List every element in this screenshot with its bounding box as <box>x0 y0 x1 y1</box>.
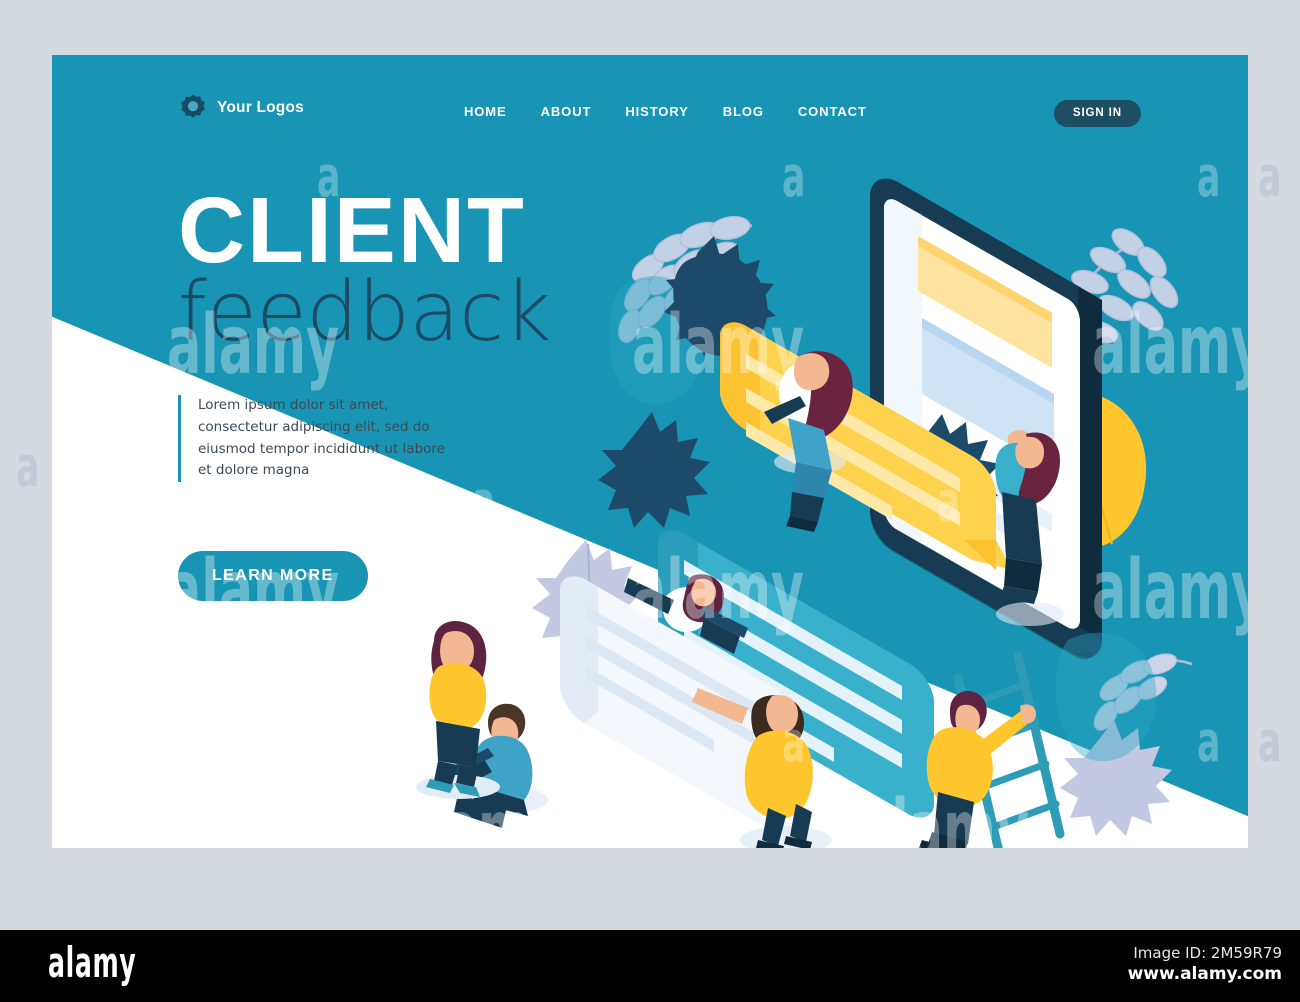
nav-item-home[interactable]: HOME <box>464 104 507 119</box>
site-header: Your Logos HOME ABOUT HISTORY BLOG CONTA… <box>52 55 1248 165</box>
watermark-letter: a <box>16 435 40 500</box>
nav-item-contact[interactable]: CONTACT <box>798 104 867 119</box>
alamy-logo: alamy <box>48 938 137 987</box>
sign-in-button[interactable]: SIGN IN <box>1053 100 1141 127</box>
gear-icon <box>181 94 205 118</box>
watermark-letter: a <box>1258 710 1282 775</box>
page-title: CLIENT <box>178 178 526 282</box>
main-navigation: HOME ABOUT HISTORY BLOG CONTACT <box>464 104 867 119</box>
landing-page-card: Your Logos HOME ABOUT HISTORY BLOG CONTA… <box>52 55 1248 848</box>
screenshot-canvas: Your Logos HOME ABOUT HISTORY BLOG CONTA… <box>0 0 1300 1002</box>
brand[interactable]: Your Logos <box>178 93 304 123</box>
hero-section: CLIENT feedback Lorem ipsum dolor sit am… <box>178 178 638 483</box>
hero-paragraph: Lorem ipsum dolor sit amet, consectetur … <box>198 396 445 479</box>
alamy-url[interactable]: www.alamy.com <box>1128 963 1282 986</box>
nav-item-history[interactable]: HISTORY <box>625 104 688 119</box>
accent-bar <box>178 394 181 483</box>
brand-name: Your Logos <box>217 99 304 116</box>
image-id-label: Image ID: 2M59R79 <box>1133 944 1282 962</box>
nav-item-blog[interactable]: BLOG <box>723 104 764 119</box>
nav-item-about[interactable]: ABOUT <box>541 104 592 119</box>
footer-metadata: Image ID: 2M59R79 www.alamy.com <box>1128 943 1282 986</box>
alamy-footer-bar: alamy Image ID: 2M59R79 www.alamy.com <box>0 930 1300 1002</box>
hero-description-block: Lorem ipsum dolor sit amet, consectetur … <box>178 394 638 483</box>
learn-more-button[interactable]: LEARN MORE <box>178 551 368 601</box>
watermark-letter: a <box>1258 145 1282 210</box>
page-subtitle: feedback <box>178 265 551 361</box>
